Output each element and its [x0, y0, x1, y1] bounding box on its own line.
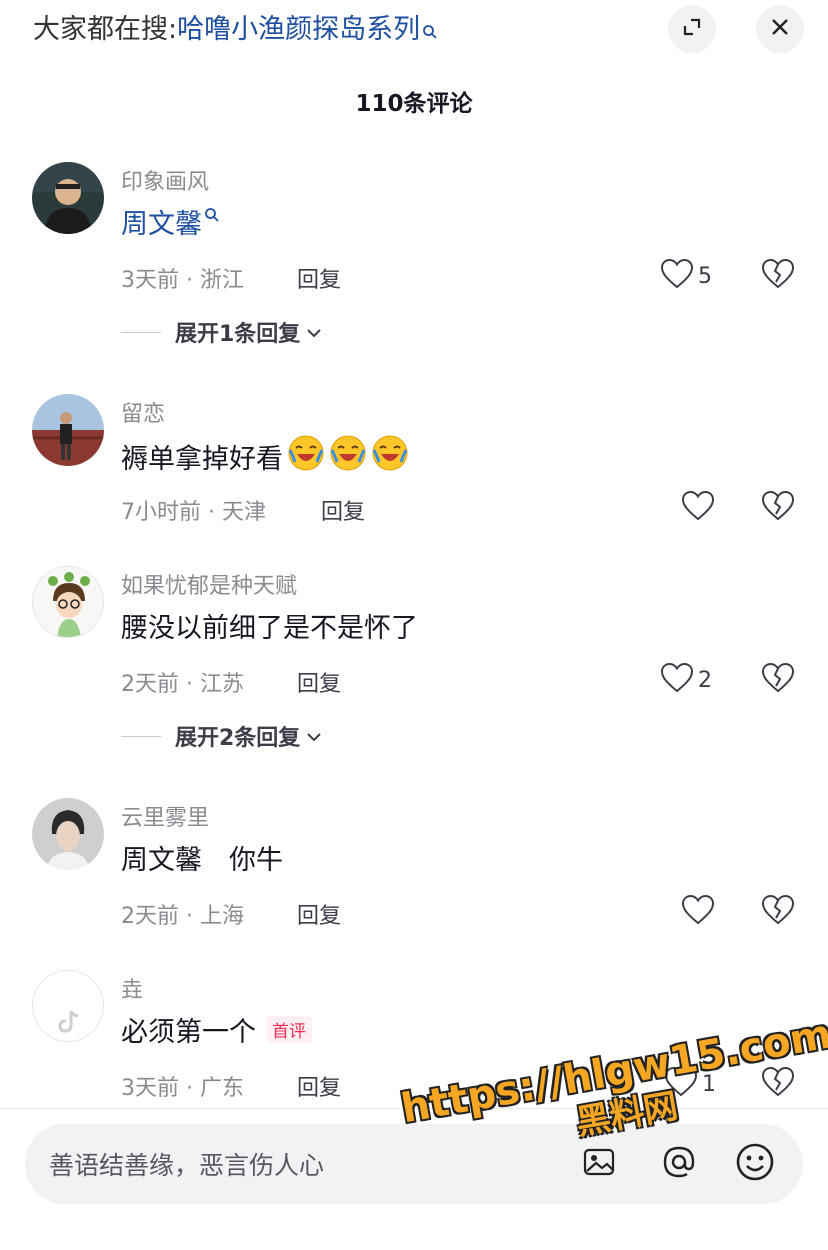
reply-button[interactable]: 回复 — [297, 666, 341, 698]
trending-search[interactable]: 大家都在搜:哈噜小渔颜探岛系列 — [33, 12, 438, 50]
emoji-button[interactable] — [731, 1140, 779, 1188]
comment-item: 留恋 褥单拿掉好看 7小时前 · 天津 回复 — [0, 394, 828, 534]
comment-text-content: 腰没以前细了是不是怀了 — [121, 613, 418, 644]
comment-text-link[interactable]: 周文馨 — [121, 202, 202, 241]
broken-heart-icon — [761, 258, 795, 294]
like-count: 5 — [698, 263, 712, 289]
laughing-crying-emoji-icon — [329, 434, 367, 479]
chevron-down-icon — [306, 320, 322, 345]
heart-icon — [660, 662, 694, 698]
reply-button[interactable]: 回复 — [297, 898, 341, 930]
comment-text[interactable]: 腰没以前细了是不是怀了 — [121, 606, 418, 645]
avatar[interactable] — [32, 162, 104, 234]
heart-icon — [681, 490, 715, 526]
comment-time-location: 3天前 · 浙江 — [121, 268, 244, 293]
at-icon — [661, 1144, 697, 1184]
laughing-crying-emoji-icon — [371, 434, 409, 479]
expand-replies[interactable]: 展开1条回复 — [121, 316, 322, 348]
comment-time-location: 7小时前 · 天津 — [121, 500, 266, 525]
broken-heart-icon — [761, 662, 795, 698]
comment-text-content: 周文馨 你牛 — [121, 845, 283, 876]
comment-text-content: 必须第一个 — [121, 1017, 256, 1048]
comment-username[interactable]: 印象画风 — [121, 164, 209, 196]
first-comment-badge: 首评 — [266, 1016, 312, 1043]
like-button[interactable]: 5 — [660, 258, 712, 294]
emoji-icon — [735, 1142, 775, 1186]
comment-time-location: 2天前 · 江苏 — [121, 672, 244, 697]
comment-item: 如果忧郁是种天赋 腰没以前细了是不是怀了 2天前 · 江苏 回复 2 展开2条回… — [0, 566, 828, 756]
heart-icon — [660, 258, 694, 294]
image-button[interactable] — [575, 1140, 623, 1188]
avatar[interactable] — [32, 798, 104, 870]
like-count: 2 — [698, 667, 712, 693]
comment-text[interactable]: 周文馨 你牛 — [121, 838, 283, 877]
comment-input-placeholder: 善语结善缘，恶言伤人心 — [49, 1151, 325, 1180]
expand-button[interactable] — [668, 5, 716, 53]
dislike-button[interactable] — [761, 490, 795, 526]
comment-text-content: 褥单拿掉好看 — [121, 444, 283, 475]
reply-button[interactable]: 回复 — [321, 494, 365, 526]
expand-icon — [680, 15, 704, 43]
mention-button[interactable] — [655, 1140, 703, 1188]
comment-text[interactable]: 周文馨 — [121, 202, 220, 241]
image-icon — [582, 1145, 616, 1183]
comment-time-location: 2天前 · 上海 — [121, 904, 244, 929]
expand-replies-label: 展开1条回复 — [175, 322, 301, 347]
like-button[interactable]: 2 — [660, 662, 712, 698]
dislike-button[interactable] — [761, 258, 795, 294]
trending-search-keyword[interactable]: 哈噜小渔颜探岛系列 — [177, 14, 420, 45]
close-icon — [768, 15, 792, 43]
comment-username[interactable]: 留恋 — [121, 396, 165, 428]
avatar[interactable] — [32, 970, 104, 1042]
comment-count-title: 110条评论 — [355, 91, 473, 117]
heart-icon — [681, 894, 715, 930]
comment-text[interactable]: 褥单拿掉好看 — [121, 434, 409, 479]
expand-replies[interactable]: 展开2条回复 — [121, 720, 322, 752]
trending-search-prefix: 大家都在搜: — [33, 14, 178, 45]
laughing-crying-emoji-icon — [287, 434, 325, 479]
comment-username[interactable]: 如果忧郁是种天赋 — [121, 568, 297, 600]
search-icon — [204, 199, 220, 230]
expand-replies-label: 展开2条回复 — [175, 726, 301, 751]
broken-heart-icon — [761, 894, 795, 930]
comment-username[interactable]: 云里雾里 — [121, 800, 209, 832]
broken-heart-icon — [761, 490, 795, 526]
avatar[interactable] — [32, 394, 104, 466]
comment-item: 云里雾里 周文馨 你牛 2天前 · 上海 回复 — [0, 798, 828, 938]
reply-button[interactable]: 回复 — [297, 262, 341, 294]
avatar[interactable] — [32, 566, 104, 638]
chevron-down-icon — [306, 724, 322, 749]
comment-item: 印象画风 周文馨 3天前 · 浙江 回复 5 展开1条回复 — [0, 162, 828, 352]
divider — [121, 735, 161, 737]
dislike-button[interactable] — [761, 662, 795, 698]
close-button[interactable] — [756, 5, 804, 53]
like-button[interactable] — [681, 490, 715, 526]
comment-username[interactable]: 垚 — [121, 972, 143, 1004]
reply-button[interactable]: 回复 — [297, 1070, 341, 1102]
like-button[interactable] — [681, 894, 715, 930]
dislike-button[interactable] — [761, 894, 795, 930]
comment-time-location: 3天前 · 广东 — [121, 1076, 244, 1101]
top-bar: 大家都在搜:哈噜小渔颜探岛系列 — [0, 0, 828, 60]
search-icon — [422, 14, 438, 50]
divider — [121, 331, 161, 333]
comment-text[interactable]: 必须第一个 首评 — [121, 1010, 312, 1049]
